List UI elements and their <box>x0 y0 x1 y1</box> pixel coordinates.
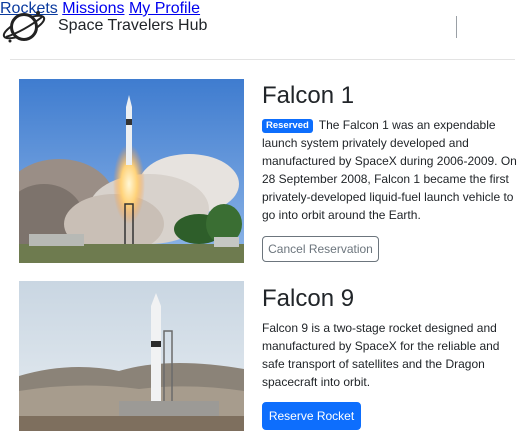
planet-icon[interactable] <box>0 3 48 51</box>
nav-missions-link[interactable]: Missions <box>62 0 124 17</box>
rocket-description: Reserved The Falcon 1 was an expendable l… <box>262 116 520 224</box>
rocket-description-text: Falcon 9 is a two-stage rocket designed … <box>262 321 500 389</box>
cancel-reservation-button[interactable]: Cancel Reservation <box>262 236 379 262</box>
app-title: Space Travelers Hub <box>58 17 208 34</box>
reserve-rocket-button[interactable]: Reserve Rocket <box>262 402 361 430</box>
rocket-description: Falcon 9 is a two-stage rocket designed … <box>262 319 520 391</box>
nav-profile-link[interactable]: My Profile <box>129 0 200 17</box>
rocket-name: Falcon 1 <box>262 82 355 109</box>
rocket-name: Falcon 9 <box>262 285 355 312</box>
header: Space Travelers Hub Rockets Missions My … <box>0 0 531 60</box>
rocket-image-falcon-9 <box>19 281 244 431</box>
reserved-badge: Reserved <box>262 119 313 133</box>
header-divider <box>10 59 515 60</box>
nav-divider <box>456 16 457 38</box>
rocket-image-falcon-1 <box>19 79 244 263</box>
rocket-description-text: The Falcon 1 was an expendable launch sy… <box>262 118 517 222</box>
